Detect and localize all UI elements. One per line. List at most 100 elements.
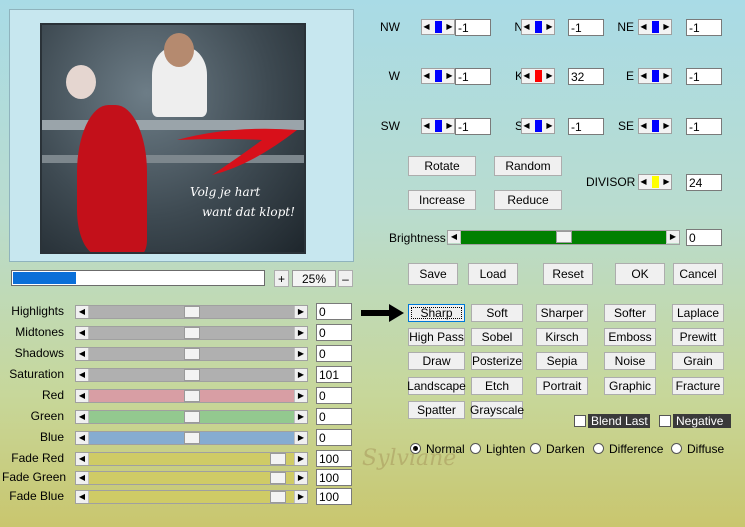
right-arrow-icon[interactable]: ▶: [662, 119, 671, 133]
right-arrow-icon[interactable]: ▶: [294, 453, 307, 465]
right-arrow-icon[interactable]: ▶: [662, 20, 671, 34]
preset-button-portrait[interactable]: Portrait: [536, 377, 588, 395]
tone-value-field[interactable]: 0: [316, 408, 352, 425]
preset-button-sharper[interactable]: Sharper: [536, 304, 588, 322]
preset-button-laplace[interactable]: Laplace: [672, 304, 724, 322]
kernel-value-field[interactable]: -1: [568, 118, 604, 135]
kernel-stepper[interactable]: ◀ ▶: [638, 68, 672, 84]
kernel-value-field[interactable]: -1: [686, 19, 722, 36]
tone-slider[interactable]: ◀ ▶: [75, 368, 308, 382]
left-arrow-icon[interactable]: ◀: [76, 327, 89, 339]
preset-button-etch[interactable]: Etch: [471, 377, 523, 395]
left-arrow-icon[interactable]: ◀: [422, 119, 431, 133]
right-arrow-icon[interactable]: ▶: [545, 119, 554, 133]
left-arrow-icon[interactable]: ◀: [639, 119, 648, 133]
save-button[interactable]: Save: [408, 263, 458, 285]
blend-mode-radio[interactable]: [470, 443, 481, 454]
tone-slider[interactable]: ◀ ▶: [75, 410, 308, 424]
preset-button-sepia[interactable]: Sepia: [536, 352, 588, 370]
preset-button-noise[interactable]: Noise: [604, 352, 656, 370]
divisor-stepper[interactable]: ◀ ▶: [638, 174, 672, 190]
kernel-stepper[interactable]: ◀ ▶: [421, 68, 455, 84]
slider-thumb[interactable]: [270, 453, 287, 465]
left-arrow-icon[interactable]: ◀: [522, 119, 531, 133]
load-button[interactable]: Load: [468, 263, 518, 285]
blend-last-checkbox[interactable]: [574, 415, 586, 427]
tone-slider[interactable]: ◀ ▶: [75, 471, 308, 485]
slider-thumb[interactable]: [183, 348, 200, 360]
preset-button-fracture[interactable]: Fracture: [672, 377, 724, 395]
slider-thumb[interactable]: [183, 411, 200, 423]
right-arrow-icon[interactable]: ▶: [294, 491, 307, 503]
preset-button-graphic[interactable]: Graphic: [604, 377, 656, 395]
right-arrow-icon[interactable]: ▶: [294, 390, 307, 402]
tone-slider[interactable]: ◀ ▶: [75, 389, 308, 403]
preset-button-emboss[interactable]: Emboss: [604, 328, 656, 346]
slider-thumb[interactable]: [183, 327, 200, 339]
left-arrow-icon[interactable]: ◀: [76, 432, 89, 444]
right-arrow-icon[interactable]: ▶: [545, 20, 554, 34]
right-arrow-icon[interactable]: ▶: [294, 348, 307, 360]
brightness-thumb[interactable]: [555, 231, 572, 243]
left-arrow-icon[interactable]: ◀: [76, 369, 89, 381]
left-arrow-icon[interactable]: ◀: [448, 231, 461, 243]
kernel-stepper[interactable]: ◀ ▶: [521, 19, 555, 35]
reset-button[interactable]: Reset: [543, 263, 593, 285]
slider-thumb[interactable]: [270, 491, 287, 503]
preset-button-sharp[interactable]: Sharp: [408, 304, 465, 322]
tone-slider[interactable]: ◀ ▶: [75, 326, 308, 340]
preset-button-soft[interactable]: Soft: [471, 304, 523, 322]
kernel-value-field[interactable]: -1: [455, 19, 491, 36]
preset-button-sobel[interactable]: Sobel: [471, 328, 523, 346]
tone-slider[interactable]: ◀ ▶: [75, 431, 308, 445]
preset-button-posterize[interactable]: Posterize: [471, 352, 523, 370]
tone-slider[interactable]: ◀ ▶: [75, 490, 308, 504]
right-arrow-icon[interactable]: ▶: [445, 20, 454, 34]
left-arrow-icon[interactable]: ◀: [422, 69, 431, 83]
kernel-stepper[interactable]: ◀ ▶: [521, 68, 555, 84]
brightness-field[interactable]: 0: [686, 229, 722, 246]
kernel-value-field[interactable]: -1: [686, 118, 722, 135]
tone-value-field[interactable]: 101: [316, 366, 352, 383]
preset-button-grayscale[interactable]: Grayscale: [470, 401, 524, 419]
right-arrow-icon[interactable]: ▶: [666, 231, 679, 243]
increase-button[interactable]: Increase: [408, 190, 476, 210]
kernel-value-field[interactable]: -1: [455, 68, 491, 85]
left-arrow-icon[interactable]: ◀: [76, 390, 89, 402]
left-arrow-icon[interactable]: ◀: [422, 20, 431, 34]
tone-value-field[interactable]: 0: [316, 429, 352, 446]
left-arrow-icon[interactable]: ◀: [639, 69, 648, 83]
kernel-value-field[interactable]: -1: [686, 68, 722, 85]
kernel-stepper[interactable]: ◀ ▶: [638, 118, 672, 134]
right-arrow-icon[interactable]: ▶: [662, 175, 671, 189]
left-arrow-icon[interactable]: ◀: [76, 491, 89, 503]
cancel-button[interactable]: Cancel: [673, 263, 723, 285]
tone-value-field[interactable]: 0: [316, 387, 352, 404]
preset-button-kirsch[interactable]: Kirsch: [536, 328, 588, 346]
preset-button-draw[interactable]: Draw: [408, 352, 465, 370]
blend-mode-radio[interactable]: [593, 443, 604, 454]
slider-thumb[interactable]: [183, 432, 200, 444]
right-arrow-icon[interactable]: ▶: [445, 69, 454, 83]
left-arrow-icon[interactable]: ◀: [522, 20, 531, 34]
blend-mode-radio[interactable]: [671, 443, 682, 454]
kernel-value-field[interactable]: -1: [568, 19, 604, 36]
kernel-stepper[interactable]: ◀ ▶: [521, 118, 555, 134]
preset-button-grain[interactable]: Grain: [672, 352, 724, 370]
brightness-slider[interactable]: ◀ ▶: [447, 230, 680, 245]
left-arrow-icon[interactable]: ◀: [76, 472, 89, 484]
blend-mode-radio[interactable]: [530, 443, 541, 454]
random-button[interactable]: Random: [494, 156, 562, 176]
right-arrow-icon[interactable]: ▶: [294, 472, 307, 484]
kernel-stepper[interactable]: ◀ ▶: [638, 19, 672, 35]
zoom-out-button[interactable]: –: [338, 270, 353, 287]
tone-value-field[interactable]: 0: [316, 324, 352, 341]
left-arrow-icon[interactable]: ◀: [522, 69, 531, 83]
preset-button-spatter[interactable]: Spatter: [408, 401, 465, 419]
negative-checkbox[interactable]: [659, 415, 671, 427]
tone-value-field[interactable]: 100: [316, 469, 352, 486]
tone-value-field[interactable]: 0: [316, 303, 352, 320]
ok-button[interactable]: OK: [615, 263, 665, 285]
left-arrow-icon[interactable]: ◀: [639, 175, 648, 189]
rotate-button[interactable]: Rotate: [408, 156, 476, 176]
